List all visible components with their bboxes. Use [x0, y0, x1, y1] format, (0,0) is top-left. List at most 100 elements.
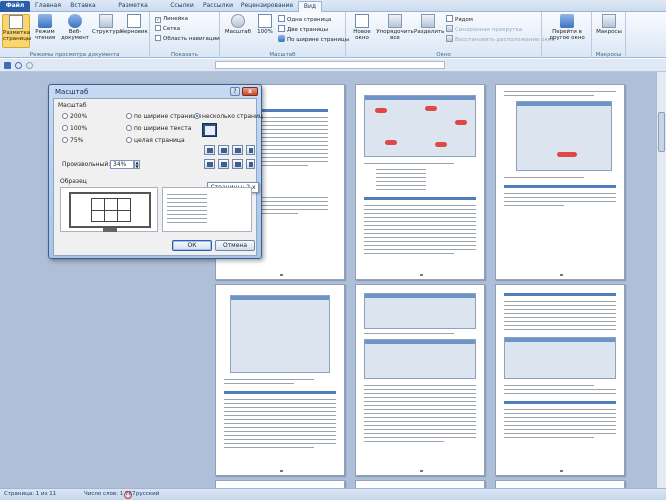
radio-many-pages-label: несколько страниц [202, 113, 263, 120]
reset-window-icon [446, 35, 453, 42]
horizontal-ruler[interactable] [215, 61, 445, 69]
grid-checkbox[interactable]: Сетка [155, 25, 180, 33]
radio-100[interactable]: 100% [62, 125, 87, 132]
draft-button[interactable]: Черновик [120, 14, 148, 35]
switch-window-icon [560, 14, 574, 28]
one-page-button[interactable]: Одна страница [278, 15, 331, 23]
cancel-button[interactable]: Отмена [215, 240, 255, 251]
macros-icon [602, 14, 616, 28]
radio-icon [62, 137, 68, 143]
tab-home[interactable]: Главная [32, 1, 64, 12]
page-width-icon [278, 35, 285, 42]
page-grid-option[interactable] [232, 159, 243, 169]
status-page-count[interactable]: Страница: 1 из 11 [4, 489, 56, 500]
switch-window-button[interactable]: Перейти в другое окно [546, 14, 588, 41]
macros-label: Макросы [596, 29, 622, 35]
radio-icon [126, 137, 132, 143]
help-button[interactable]: ? [230, 87, 240, 96]
radio-text-width[interactable]: по ширине текста [126, 125, 191, 132]
page-screenshot [516, 101, 612, 171]
outline-icon [99, 14, 113, 28]
close-button[interactable]: x [242, 87, 258, 96]
document-page-6 [495, 284, 625, 476]
page-grid-option[interactable] [218, 159, 229, 169]
reset-window-button[interactable]: Восстановить расположение окна [446, 35, 555, 43]
page-screenshot [364, 339, 476, 379]
tab-file[interactable]: Файл [0, 1, 30, 12]
web-layout-button[interactable]: Веб-документ [60, 14, 90, 41]
radio-many-pages[interactable]: несколько страниц [194, 113, 263, 120]
document-page-7 [215, 480, 345, 488]
macros-button[interactable]: Макросы [594, 14, 624, 35]
page-grid-option[interactable] [204, 145, 215, 155]
sample-preview-monitor [60, 187, 158, 232]
vertical-scrollbar[interactable] [656, 72, 666, 488]
new-window-button[interactable]: Новое окно [350, 14, 374, 41]
sync-scroll-button[interactable]: Синхронная прокрутка [446, 25, 522, 33]
arrange-all-button[interactable]: Упорядочить все [376, 14, 414, 41]
grid-label: Сетка [163, 26, 181, 32]
page-screenshot [364, 293, 476, 329]
group-switch-window: Перейти в другое окно [542, 12, 592, 58]
tab-page-layout[interactable]: Разметка страницы [102, 1, 164, 19]
tab-references[interactable]: Ссылки [166, 1, 198, 12]
radio-page-width-label: по ширине страницы [134, 113, 202, 120]
undo-icon[interactable] [15, 62, 22, 69]
page-grid-option[interactable] [246, 145, 255, 155]
group-label-window: Окно [436, 52, 451, 58]
page-grid-option[interactable] [246, 159, 255, 169]
draft-icon [127, 14, 141, 28]
sync-scroll-label: Синхронная прокрутка [455, 27, 523, 33]
split-button[interactable]: Разделить [414, 14, 444, 35]
page-width-button[interactable]: По ширине страницы [278, 35, 349, 43]
two-pages-button[interactable]: Две страницы [278, 25, 328, 33]
status-language[interactable]: русский [136, 489, 159, 500]
outline-label: Структура [92, 29, 123, 35]
outline-button[interactable]: Структура [92, 14, 123, 35]
zoom-button[interactable]: Масштаб [224, 14, 252, 35]
tab-review[interactable]: Рецензирование [238, 1, 296, 12]
side-by-side-icon [446, 15, 453, 22]
zoom-spinner-arrows[interactable]: ▲ ▼ [134, 160, 140, 169]
many-pages-picker-button[interactable] [202, 123, 217, 137]
page-grid-option[interactable] [204, 159, 215, 169]
zoom-100-button[interactable]: 100% [254, 14, 276, 35]
new-window-icon [355, 14, 369, 28]
one-page-label: Одна страница [287, 17, 332, 23]
radio-75[interactable]: 75% [62, 137, 83, 144]
tab-view[interactable]: Вид [298, 1, 322, 12]
arrange-all-label: Упорядочить все [376, 29, 414, 41]
spelling-check-icon[interactable] [124, 491, 132, 499]
tab-insert[interactable]: Вставка [66, 1, 100, 12]
scrollbar-thumb[interactable] [658, 112, 665, 152]
tab-mailings[interactable]: Рассылки [200, 1, 236, 12]
arrange-all-icon [388, 14, 402, 28]
sync-scroll-icon [446, 25, 453, 32]
document-page-4 [215, 284, 345, 476]
page-grid-option[interactable] [232, 145, 243, 155]
web-layout-label: Веб-документ [60, 29, 90, 41]
new-window-label: Новое окно [353, 29, 371, 41]
save-icon[interactable] [4, 62, 11, 69]
print-layout-button[interactable]: Разметка страницы [2, 14, 31, 48]
zoom-section-label: Масштаб [58, 102, 87, 109]
ruler-checkbox[interactable]: ✓ Линейка [155, 15, 188, 23]
zoom-dialog: Масштаб ? x Масштаб 200% 100% 75% по шир… [48, 84, 263, 259]
radio-whole-page[interactable]: целая страница [126, 137, 185, 144]
side-by-side-button[interactable]: Рядом [446, 15, 473, 23]
custom-zoom-input[interactable]: 34% [110, 160, 134, 169]
radio-page-width[interactable]: по ширине страницы [126, 113, 201, 120]
group-label-views: Режимы просмотра документа [29, 52, 120, 58]
nav-pane-label: Область навигации [163, 36, 220, 42]
radio-200[interactable]: 200% [62, 113, 87, 120]
redo-icon[interactable] [26, 62, 33, 69]
page-grid-option[interactable] [218, 145, 229, 155]
ok-button[interactable]: ОК [172, 240, 212, 251]
nav-pane-checkbox[interactable]: Область навигации [155, 35, 220, 43]
group-macros: Макросы Макросы [592, 12, 626, 58]
group-zoom: Масштаб 100% Одна страница Две страницы … [220, 12, 349, 58]
radio-icon [62, 113, 68, 119]
reading-mode-icon [38, 14, 52, 28]
reading-mode-button[interactable]: Режим чтения [32, 14, 58, 41]
radio-75-label: 75% [70, 137, 84, 144]
